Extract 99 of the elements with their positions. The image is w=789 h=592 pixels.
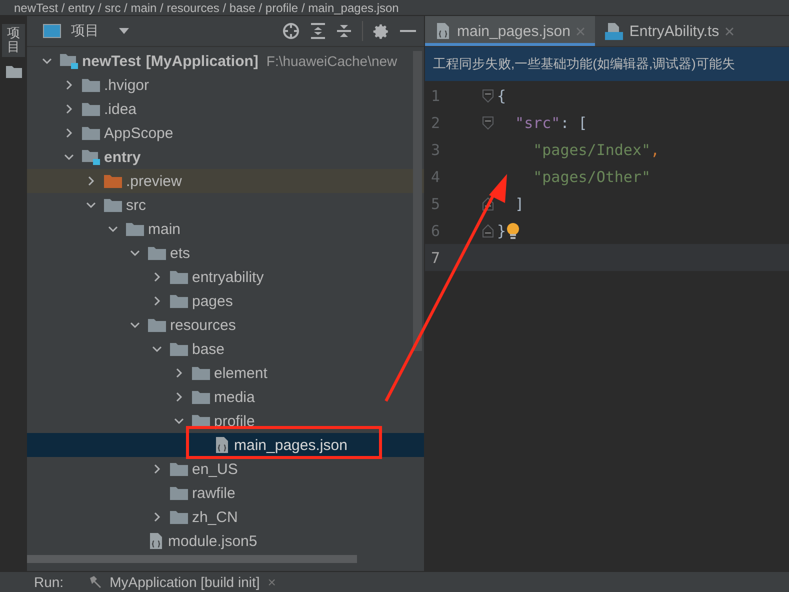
json-file-icon [435, 22, 451, 40]
folder-icon [104, 198, 122, 212]
chevron-down-icon[interactable] [42, 56, 52, 66]
editor-tab[interactable]: EntryAbility.ts [595, 16, 744, 46]
module-path: F:\huaweiCache\new [266, 53, 398, 69]
chevron-right-icon[interactable] [64, 128, 74, 138]
tree-item[interactable]: entry [27, 145, 424, 169]
window-icon [43, 24, 61, 38]
settings-icon[interactable] [373, 22, 390, 40]
folder-icon [170, 510, 188, 524]
chevron-down-icon[interactable] [86, 200, 96, 210]
tree-item[interactable]: src [27, 193, 424, 217]
chevron-right-icon[interactable] [86, 176, 96, 186]
code-line: } [497, 222, 506, 240]
fold-marker-icon[interactable] [482, 224, 494, 238]
line-number: 1 [430, 86, 442, 104]
tree-item[interactable]: main [27, 217, 424, 241]
chevron-down-icon[interactable] [152, 344, 162, 354]
scrollbar[interactable] [413, 51, 422, 351]
panel-title[interactable]: 项目 [71, 22, 99, 40]
chevron-down-icon[interactable] [174, 416, 184, 426]
folder-icon[interactable] [6, 64, 22, 78]
sync-failed-notice: 工程同步失败,一些基础功能(如编辑器,调试器)可能失 [425, 47, 789, 81]
code-line: { [497, 86, 506, 104]
expand-all-icon[interactable] [310, 23, 326, 39]
chevron-down-icon[interactable] [130, 320, 140, 330]
folder-icon [170, 342, 188, 356]
caret-icon[interactable] [119, 28, 129, 34]
line-number: 6 [430, 222, 442, 240]
chevron-right-icon[interactable] [152, 272, 162, 282]
folder-icon [170, 294, 188, 308]
chevron-right-icon[interactable] [64, 80, 74, 90]
folder-icon [192, 366, 210, 380]
line-number: 7 [430, 248, 442, 266]
editor-tab[interactable]: main_pages.json [425, 16, 596, 46]
folder-icon [192, 390, 210, 404]
tree-item[interactable]: resources [27, 313, 424, 337]
tree-item[interactable]: .idea [27, 97, 424, 121]
chevron-down-icon[interactable] [64, 152, 74, 162]
tree-item[interactable]: profile [27, 409, 424, 433]
hammer-icon [88, 575, 102, 589]
code-line: "pages/Index", [532, 140, 660, 158]
chevron-right-icon[interactable] [152, 296, 162, 306]
folder-icon [82, 78, 100, 92]
fold-marker-icon[interactable] [482, 116, 494, 130]
scrollbar[interactable] [27, 555, 357, 563]
tree-item[interactable]: entryability [27, 265, 424, 289]
folder-icon [82, 126, 100, 140]
chevron-right-icon[interactable] [64, 104, 74, 114]
module-name: [MyApplication] [146, 52, 258, 70]
tree-item[interactable]: main_pages.json [27, 433, 424, 457]
code-line: "pages/Other" [532, 168, 651, 186]
tree-item[interactable]: .hvigor [27, 73, 424, 97]
tree-item[interactable]: base [27, 337, 424, 361]
line-number: 5 [430, 194, 442, 212]
folder-icon [170, 270, 188, 284]
tree-item[interactable]: pages [27, 289, 424, 313]
fold-marker-icon[interactable] [482, 88, 494, 102]
json-file-icon [214, 436, 230, 454]
line-number: 3 [430, 140, 442, 158]
chevron-right-icon[interactable] [152, 464, 162, 474]
chevron-right-icon[interactable] [152, 512, 162, 522]
tree-item[interactable]: module.json5 [27, 529, 424, 553]
tree-item[interactable]: .preview [27, 169, 424, 193]
lightbulb-icon[interactable] [506, 222, 520, 240]
tree-item[interactable]: AppScope [27, 121, 424, 145]
run-config-tab[interactable]: MyApplication [build init] [110, 574, 260, 590]
line-number: 2 [430, 114, 442, 132]
folder-icon [82, 102, 100, 116]
breadcrumb-path[interactable]: newTest / entry / src / main / resources / base / profile / main_pages.json [14, 0, 399, 14]
chevron-down-icon[interactable] [108, 224, 118, 234]
chevron-right-icon[interactable] [174, 392, 184, 402]
collapse-all-icon[interactable] [336, 23, 352, 39]
folder-icon [170, 486, 188, 500]
typescript-file-icon [605, 22, 624, 40]
module-folder-icon [82, 149, 100, 165]
minimize-icon[interactable] [400, 29, 416, 33]
code-line: "src": [ [514, 114, 588, 132]
tree-item[interactable]: element [27, 361, 424, 385]
folder-icon [170, 462, 188, 476]
chevron-down-icon[interactable] [130, 248, 140, 258]
project-tool-tab[interactable]: 项目 [2, 24, 25, 57]
json-file-icon [148, 532, 164, 550]
tree-item[interactable]: newTest [MyApplication] F:\huaweiCache\new [27, 49, 424, 73]
crosshair-icon[interactable] [282, 22, 300, 40]
tree-item[interactable]: en_US [27, 457, 424, 481]
tree-item[interactable]: zh_CN [27, 505, 424, 529]
tree-item[interactable]: rawfile [27, 481, 424, 505]
code-line: ] [514, 194, 524, 212]
chevron-right-icon[interactable] [174, 368, 184, 378]
folder-icon [148, 246, 166, 260]
tree-item[interactable]: media [27, 385, 424, 409]
module-folder-icon [60, 53, 78, 69]
folder-icon [126, 222, 144, 236]
run-label: Run: [34, 574, 64, 590]
folder-icon [148, 318, 166, 332]
folder-icon [104, 174, 122, 188]
line-number: 4 [430, 168, 442, 186]
tree-item[interactable]: ets [27, 241, 424, 265]
